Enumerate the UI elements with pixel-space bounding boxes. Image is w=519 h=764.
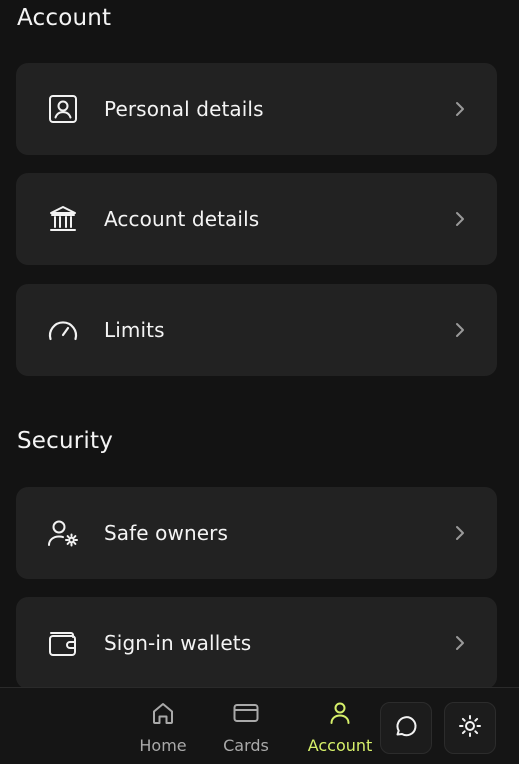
sign-in-wallets-label: Sign-in wallets xyxy=(104,631,252,655)
bank-icon xyxy=(46,202,80,236)
theme-toggle-button[interactable] xyxy=(444,702,496,754)
user-settings-icon xyxy=(46,516,80,550)
nav-home-label: Home xyxy=(139,736,187,755)
limits-label: Limits xyxy=(104,318,165,342)
chevron-right-icon xyxy=(451,100,469,118)
chevron-right-icon xyxy=(451,524,469,542)
nav-cards-label: Cards xyxy=(223,736,269,755)
chat-button[interactable] xyxy=(380,702,432,754)
chat-icon xyxy=(393,713,419,743)
account-details-label: Account details xyxy=(104,207,260,231)
nav-home[interactable]: Home xyxy=(137,700,189,755)
safe-owners-item[interactable]: Safe owners xyxy=(16,487,497,579)
id-card-icon xyxy=(46,92,80,126)
nav-cards[interactable]: Cards xyxy=(219,700,273,755)
card-icon xyxy=(232,700,260,730)
sign-in-wallets-item[interactable]: Sign-in wallets xyxy=(16,597,497,689)
user-icon xyxy=(327,700,353,730)
chevron-right-icon xyxy=(451,210,469,228)
gauge-icon xyxy=(46,313,80,347)
chevron-right-icon xyxy=(451,321,469,339)
account-page: Account Personal details Account details xyxy=(0,0,519,764)
bottom-nav-bar: Home Cards Account xyxy=(0,687,519,764)
wallet-icon xyxy=(46,626,80,660)
limits-item[interactable]: Limits xyxy=(16,284,497,376)
home-icon xyxy=(150,700,176,730)
nav-account[interactable]: Account xyxy=(303,700,377,755)
safe-owners-label: Safe owners xyxy=(104,521,228,545)
personal-details-item[interactable]: Personal details xyxy=(16,63,497,155)
sun-icon xyxy=(457,713,483,743)
account-section-title: Account xyxy=(17,5,112,31)
security-section-title: Security xyxy=(17,428,114,454)
nav-account-label: Account xyxy=(307,736,373,755)
chevron-right-icon xyxy=(451,634,469,652)
account-details-item[interactable]: Account details xyxy=(16,173,497,265)
personal-details-label: Personal details xyxy=(104,97,264,121)
